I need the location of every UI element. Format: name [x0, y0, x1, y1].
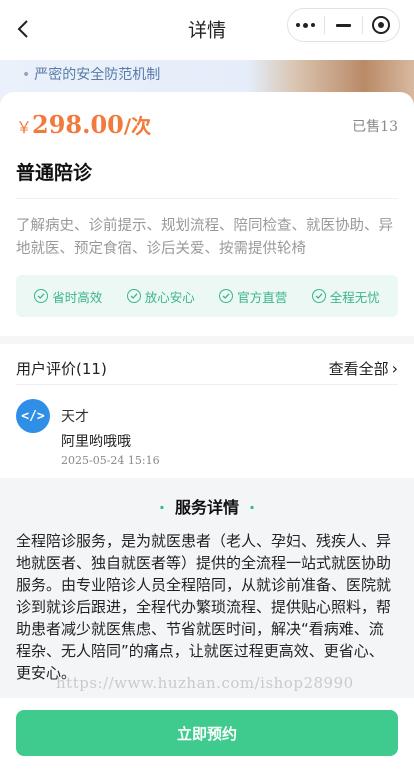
- feature-label: 官方直营: [237, 289, 288, 305]
- currency-symbol: ￥: [16, 118, 33, 137]
- service-detail-title: · 服务详情 ·: [158, 498, 256, 517]
- service-detail-body: 全程陪诊服务，是为就医患者（老人、孕妇、残疾人、异地就医者、独自就医者等）提供的…: [16, 532, 392, 682]
- target-circle-icon: [372, 16, 391, 34]
- mini-program-capsule: [287, 8, 400, 42]
- close-button[interactable]: [364, 10, 398, 40]
- check-circle-icon: [34, 289, 49, 303]
- check-circle-icon: [219, 289, 234, 303]
- check-circle-icon: [126, 289, 141, 303]
- feature-label: 放心安心: [144, 289, 195, 305]
- review-text: 阿里哟哦哦: [61, 434, 131, 450]
- view-all-reviews-link[interactable]: 查看全部 ›: [329, 358, 398, 379]
- minus-icon: [335, 23, 351, 27]
- avatar-code-icon: </>: [21, 408, 45, 424]
- chevron-right-icon: ›: [391, 359, 398, 378]
- review-username: 天才: [61, 409, 89, 425]
- capsule-divider: [361, 16, 363, 34]
- product-card: ￥298.00/次 已售13 普通陪诊 了解病史、诊前提示、规划流程、陪同检查、…: [0, 92, 414, 478]
- banner-text: • 严密的安全防范机制: [22, 67, 161, 83]
- feature-bar: 省时高效 放心安心 官方直营 全程无忧: [16, 275, 398, 317]
- more-dots-icon: [296, 22, 316, 28]
- price-unit: /次: [123, 114, 152, 138]
- price: ￥298.00/次: [16, 110, 151, 139]
- price-value: 298.00: [32, 110, 124, 139]
- feature-item: 官方直营: [219, 287, 287, 306]
- minimize-button[interactable]: [326, 10, 360, 40]
- section-gap: [0, 336, 414, 344]
- feature-label: 全程无忧: [329, 289, 380, 305]
- divider: [16, 384, 398, 385]
- service-detail-heading: 服务详情: [174, 498, 239, 517]
- feature-item: 省时高效: [34, 287, 102, 306]
- feature-item: 放心安心: [126, 287, 195, 306]
- banner-text-label: 严密的安全防范机制: [34, 67, 161, 83]
- service-name: 普通陪诊: [16, 162, 93, 184]
- book-now-button[interactable]: 立即预约: [16, 710, 398, 756]
- bottom-bar: 立即预约: [0, 698, 414, 780]
- nav-bar: 详情: [0, 0, 414, 60]
- sold-count: 已售13: [352, 119, 398, 135]
- avatar: </>: [16, 399, 50, 433]
- review-time: 2025-05-24 15:16: [61, 454, 160, 467]
- reviews-title: 用户评价(11): [16, 360, 107, 378]
- service-description: 了解病史、诊前提示、规划流程、陪同检查、就医协助、异地就医、预定食宿、诊后关爱、…: [16, 218, 393, 257]
- feature-label: 省时高效: [52, 289, 103, 305]
- feature-item: 全程无忧: [311, 287, 380, 306]
- view-all-label: 查看全部: [328, 360, 389, 378]
- more-button[interactable]: [289, 10, 323, 40]
- check-circle-icon: [311, 289, 326, 303]
- divider: [16, 198, 398, 199]
- watermark-text: https://www.huzhan.com/ishop28990: [56, 674, 354, 692]
- service-detail-section: · 服务详情 · 全程陪诊服务，是为就医患者（老人、孕妇、残疾人、异地就医者、独自就…: [0, 478, 414, 698]
- capsule-divider: [324, 16, 326, 34]
